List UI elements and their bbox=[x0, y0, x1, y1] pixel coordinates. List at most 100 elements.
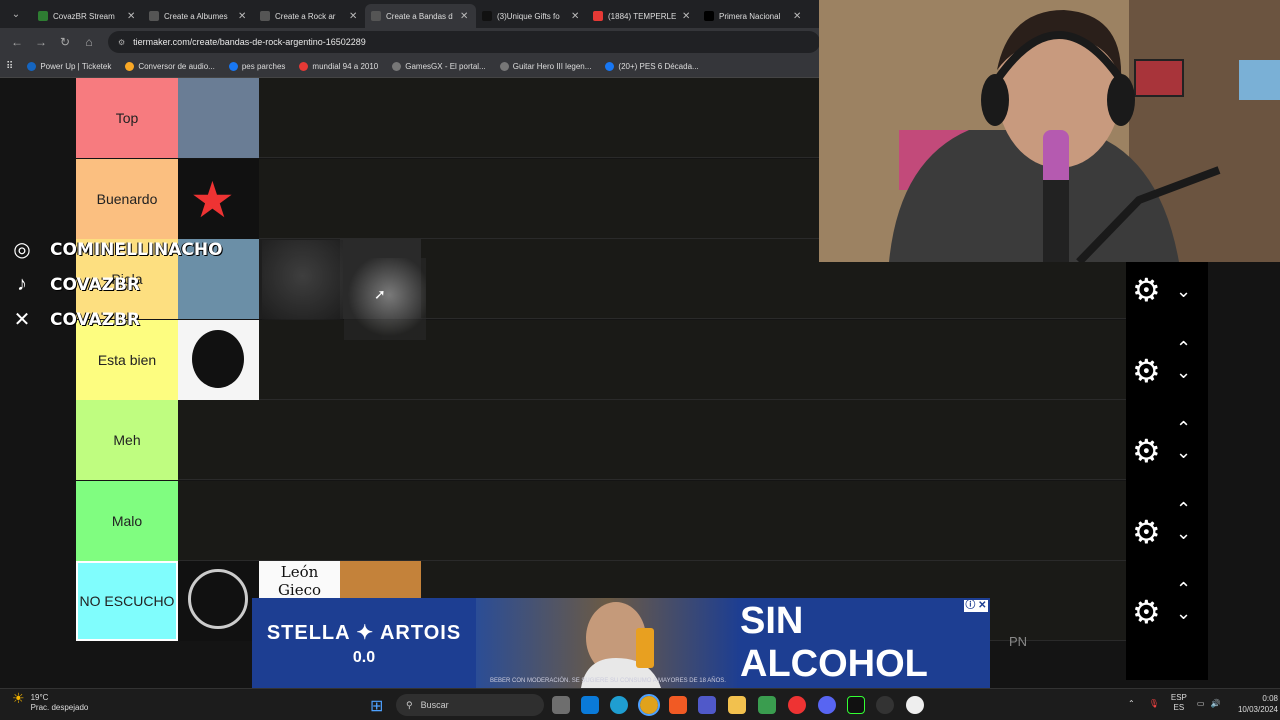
bookmark-item[interactable]: (20+) PES 6 Década... bbox=[605, 62, 699, 71]
move-down-icon[interactable]: ⌄ bbox=[1176, 363, 1191, 381]
gear-icon[interactable]: ⚙ bbox=[1132, 435, 1161, 467]
steam-icon[interactable] bbox=[876, 696, 894, 714]
taskbar-search[interactable]: ⚲ Buscar bbox=[396, 694, 544, 716]
tier-label[interactable]: Malo bbox=[76, 481, 178, 561]
browser-tab[interactable]: CovazBR Stream ✕ bbox=[32, 4, 143, 28]
browser-tab-bar: ⌄ CovazBR Stream ✕ Create a Albumes ✕ Create… bbox=[0, 0, 820, 28]
browser-tab[interactable]: Primera Nacional ✕ bbox=[698, 4, 809, 28]
bookmark-item[interactable]: Conversor de audio... bbox=[125, 62, 215, 71]
bookmark-label: pes parches bbox=[241, 62, 286, 71]
browser-tab[interactable]: (1884) TEMPERLE ✕ bbox=[587, 4, 698, 28]
reload-icon[interactable]: ↻ bbox=[54, 31, 76, 53]
app-icon[interactable] bbox=[758, 696, 776, 714]
tab-close-icon[interactable]: ✕ bbox=[127, 11, 137, 22]
move-up-icon[interactable]: ⌃ bbox=[1176, 419, 1191, 437]
dragged-item[interactable] bbox=[262, 240, 426, 340]
move-down-icon[interactable]: ⌄ bbox=[1176, 604, 1191, 622]
tier-item-image[interactable]: ★ bbox=[178, 159, 259, 239]
move-down-icon[interactable]: ⌄ bbox=[1176, 282, 1191, 300]
bookmark-item[interactable]: GamesGX - El portal... bbox=[392, 62, 486, 71]
tab-close-icon[interactable]: ✕ bbox=[349, 11, 359, 22]
tab-favicon-icon bbox=[704, 11, 714, 21]
forward-icon[interactable]: → bbox=[30, 31, 52, 53]
bookmark-item[interactable]: Power Up | Ticketek bbox=[27, 62, 111, 71]
tier-control-group: ⚙ ⌃ ⌄ bbox=[1126, 580, 1208, 660]
browser-tab[interactable]: Create a Albumes ✕ bbox=[143, 4, 254, 28]
apps-icon[interactable]: ⠿ bbox=[6, 61, 13, 72]
tab-close-icon[interactable]: ✕ bbox=[460, 11, 470, 22]
tier-row: Meh bbox=[76, 400, 1126, 480]
weather-widget[interactable]: ☀ 19°C Prac. despejado bbox=[12, 690, 88, 713]
obs-icon[interactable] bbox=[788, 696, 806, 714]
tier-item-image[interactable] bbox=[178, 561, 259, 641]
browser-tab[interactable]: Create a Bandas d ✕ bbox=[365, 4, 476, 28]
lang-label[interactable]: ESP bbox=[1171, 693, 1187, 703]
tab-title: Create a Rock ar bbox=[275, 11, 336, 21]
tier-label[interactable]: Buenardo bbox=[76, 159, 178, 239]
network-icon[interactable]: ▭ bbox=[1197, 699, 1205, 708]
bookmark-icon bbox=[392, 62, 402, 71]
gear-icon[interactable]: ⚙ bbox=[1132, 596, 1161, 628]
move-up-icon[interactable]: ⌃ bbox=[1176, 339, 1191, 357]
tier-label[interactable]: NO ESCUCHO bbox=[76, 561, 178, 641]
task-view-icon[interactable] bbox=[552, 696, 570, 714]
back-icon[interactable]: ← bbox=[6, 31, 28, 53]
start-icon[interactable]: ⊞ bbox=[370, 696, 383, 716]
mic-icon[interactable]: 🎙 bbox=[1149, 699, 1159, 708]
tier-item-image[interactable] bbox=[178, 78, 259, 158]
browser-tab[interactable]: Create a Rock ar ✕ bbox=[254, 4, 365, 28]
search-icon: ⚲ bbox=[406, 699, 413, 710]
tab-close-icon[interactable]: ✕ bbox=[793, 11, 803, 22]
social-handle: COVAZBR bbox=[50, 309, 141, 330]
edge-icon[interactable] bbox=[610, 696, 628, 714]
tier-row: Malo bbox=[76, 481, 1126, 561]
brave-icon[interactable] bbox=[669, 696, 687, 714]
clock-time: 0:08 bbox=[1262, 694, 1278, 703]
bookmark-label: Power Up | Ticketek bbox=[40, 62, 112, 71]
tab-title: (3)Unique Gifts fo bbox=[497, 11, 560, 21]
store-icon[interactable] bbox=[581, 696, 599, 714]
gear-icon[interactable]: ⚙ bbox=[1132, 516, 1161, 548]
bookmark-item[interactable]: Guitar Hero III legen... bbox=[499, 62, 591, 71]
tab-close-icon[interactable]: ✕ bbox=[571, 11, 581, 22]
band-logo-star: ★ bbox=[190, 172, 235, 228]
gear-icon[interactable]: ⚙ bbox=[1132, 274, 1161, 306]
teams-icon[interactable] bbox=[698, 696, 716, 714]
discord-icon[interactable] bbox=[818, 696, 836, 714]
tray-expand-icon[interactable]: ⌃ bbox=[1128, 699, 1135, 708]
tab-favicon-icon bbox=[38, 11, 48, 21]
gear-icon[interactable]: ⚙ bbox=[1132, 355, 1161, 387]
tab-search-icon[interactable]: ⌄ bbox=[6, 4, 26, 24]
weather-icon: ☀ bbox=[12, 690, 25, 706]
social-handle-row: ♪ COVAZBR bbox=[8, 267, 223, 302]
volume-icon[interactable]: 🔊 bbox=[1210, 699, 1220, 708]
bookmark-label: Conversor de audio... bbox=[138, 62, 215, 71]
move-up-icon[interactable]: ⌃ bbox=[1176, 580, 1191, 598]
clock[interactable]: 0:08 10/03/2024 bbox=[1236, 693, 1278, 715]
home-icon[interactable]: ⌂ bbox=[78, 31, 100, 53]
chrome-icon[interactable] bbox=[638, 694, 660, 716]
tab-close-icon[interactable]: ✕ bbox=[238, 11, 248, 22]
address-bar[interactable]: ⚙ tiermaker.com/create/bandas-de-rock-ar… bbox=[108, 31, 820, 53]
region-label[interactable]: ES bbox=[1171, 703, 1187, 713]
tab-close-icon[interactable]: ✕ bbox=[682, 11, 692, 22]
tab-favicon-icon bbox=[149, 11, 159, 21]
tab-title: Create a Albumes bbox=[164, 11, 228, 21]
ad-close-button[interactable]: ⓘ ✕ bbox=[964, 600, 988, 612]
site-info-icon[interactable]: ⚙ bbox=[118, 38, 125, 47]
browser-tab[interactable]: (3)Unique Gifts fo ✕ bbox=[476, 4, 587, 28]
terminal-icon[interactable] bbox=[847, 696, 865, 714]
folder-icon[interactable] bbox=[728, 696, 746, 714]
ad-banner[interactable]: STELLA ✦ ARTOIS 0.0 BEBER CON MODERACIÓN… bbox=[252, 598, 990, 688]
move-up-icon[interactable]: ⌃ bbox=[1176, 500, 1191, 518]
tier-label[interactable]: Top bbox=[76, 78, 178, 158]
bookmark-item[interactable]: pes parches bbox=[228, 62, 286, 71]
bookmark-item[interactable]: mundial 94 a 2010 bbox=[299, 62, 378, 71]
tier-label[interactable]: Meh bbox=[76, 400, 178, 480]
skull-logo bbox=[192, 330, 244, 388]
obs-studio-icon[interactable] bbox=[906, 696, 924, 714]
move-down-icon[interactable]: ⌄ bbox=[1176, 524, 1191, 542]
system-tray: ⌃ 🎙 ESP ES ▭ 🔊 bbox=[1128, 693, 1220, 713]
social-handle-row: ✕ COVAZBR bbox=[8, 302, 223, 337]
move-down-icon[interactable]: ⌄ bbox=[1176, 443, 1191, 461]
